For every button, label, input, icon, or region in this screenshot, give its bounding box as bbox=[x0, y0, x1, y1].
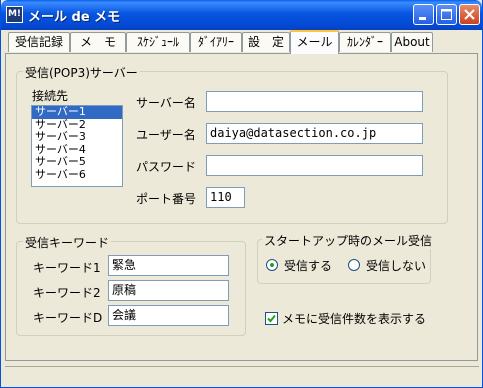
app-icon-text: M! bbox=[7, 9, 22, 19]
tab-settings[interactable]: 設 定 bbox=[242, 32, 290, 52]
minimize-icon bbox=[419, 17, 426, 20]
group-title: 受信(POP3)サーバー bbox=[23, 64, 140, 81]
app-window: M! メール de メモ 受信記録 メ モ ｽｹｼﾞｭｰﾙ ﾀﾞｲｱﾘｰ 設 定… bbox=[0, 0, 483, 388]
checkmark-icon bbox=[267, 314, 276, 323]
keyword-input[interactable]: 会議 bbox=[108, 305, 229, 326]
keyword-label: キーワード1 bbox=[33, 261, 101, 275]
tab-strip: 受信記録 メ モ ｽｹｼﾞｭｰﾙ ﾀﾞｲｱﾘｰ 設 定 メール ｶﾚﾝﾀﾞｰ A… bbox=[5, 30, 481, 54]
mail-settings-panel: 受信(POP3)サーバー 接続先 サーバー1 サーバー2 サーバー3 サーバー4… bbox=[5, 53, 478, 361]
tab-memo[interactable]: メ モ bbox=[70, 32, 126, 52]
status-bar bbox=[5, 366, 479, 384]
close-button[interactable] bbox=[459, 4, 480, 25]
minimize-button[interactable] bbox=[413, 4, 434, 25]
group-title: 受信キーワード bbox=[23, 234, 112, 251]
tab-mail[interactable]: メール bbox=[290, 30, 339, 54]
tab-diary[interactable]: ﾀﾞｲｱﾘｰ bbox=[190, 32, 242, 52]
tab-label: ｽｹｼﾞｭｰﾙ bbox=[136, 35, 179, 49]
keyword-label: キーワードD bbox=[33, 311, 103, 325]
tab-label: メ モ bbox=[79, 35, 116, 49]
tab-calendar[interactable]: ｶﾚﾝﾀﾞｰ bbox=[339, 32, 391, 52]
tab-label: 設 定 bbox=[247, 35, 284, 49]
title-bar[interactable]: M! メール de メモ bbox=[1, 0, 482, 30]
keyword-group: 受信キーワード キーワード1 緊急 キーワード2 原稿 キーワードD 会議 bbox=[16, 234, 246, 336]
password-label: パスワード bbox=[136, 160, 197, 174]
username-label: ユーザー名 bbox=[136, 128, 196, 142]
username-input[interactable]: daiya@datasection.co.jp bbox=[206, 123, 423, 144]
maximize-button[interactable] bbox=[436, 4, 457, 25]
tab-label: 受信記録 bbox=[14, 35, 63, 49]
server-name-input[interactable] bbox=[206, 91, 423, 112]
tab-about[interactable]: About bbox=[391, 32, 433, 52]
show-count-label[interactable]: メモに受信件数を表示する bbox=[282, 310, 426, 327]
pop3-server-group: 受信(POP3)サーバー 接続先 サーバー1 サーバー2 サーバー3 サーバー4… bbox=[16, 64, 448, 224]
show-count-checkbox[interactable] bbox=[265, 312, 278, 325]
tab-schedule[interactable]: ｽｹｼﾞｭｰﾙ bbox=[126, 32, 190, 52]
tab-label: ﾀﾞｲｱﾘｰ bbox=[197, 35, 234, 49]
server-list-item[interactable]: サーバー1 bbox=[32, 105, 122, 119]
port-label: ポート番号 bbox=[136, 192, 197, 206]
server-name-label: サーバー名 bbox=[136, 96, 196, 110]
keyword-label: キーワード2 bbox=[33, 286, 101, 300]
tab-label: ｶﾚﾝﾀﾞｰ bbox=[346, 35, 383, 49]
server-list-item[interactable]: サーバー3 bbox=[32, 131, 122, 144]
close-icon bbox=[464, 9, 475, 20]
receive-radio[interactable] bbox=[266, 259, 278, 271]
receive-radio-label[interactable]: 受信する bbox=[284, 257, 332, 274]
maximize-icon bbox=[441, 9, 452, 20]
server-list[interactable]: サーバー1 サーバー2 サーバー3 サーバー4 サーバー5 サーバー6 bbox=[31, 105, 123, 187]
no-receive-radio-label[interactable]: 受信しない bbox=[366, 257, 426, 274]
no-receive-radio[interactable] bbox=[348, 259, 360, 271]
password-input[interactable] bbox=[206, 155, 423, 176]
tab-label: メール bbox=[296, 35, 333, 49]
radio-dot bbox=[270, 263, 274, 267]
keyword-input[interactable]: 原稿 bbox=[108, 280, 229, 301]
group-title: スタートアップ時のメール受信 bbox=[262, 232, 435, 249]
port-input[interactable]: 110 bbox=[206, 187, 245, 208]
connection-label: 接続先 bbox=[32, 89, 69, 103]
keyword-input[interactable]: 緊急 bbox=[108, 255, 229, 276]
app-icon[interactable]: M! bbox=[6, 6, 23, 23]
tab-label: About bbox=[394, 35, 430, 49]
startup-receive-group: スタートアップ時のメール受信 受信する 受信しない bbox=[257, 232, 435, 284]
window-title: メール de メモ bbox=[28, 10, 121, 25]
tab-received-log[interactable]: 受信記録 bbox=[8, 32, 70, 52]
server-list-item[interactable]: サーバー6 bbox=[32, 168, 122, 182]
